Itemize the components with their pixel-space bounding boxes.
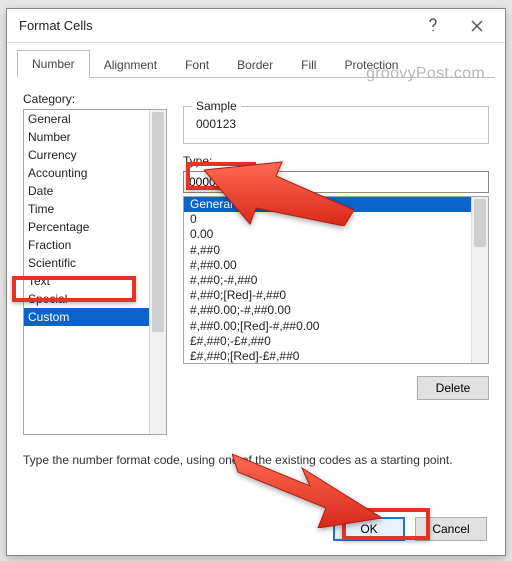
- format-item[interactable]: 0.00: [184, 227, 471, 242]
- tab-fill[interactable]: Fill: [287, 52, 330, 78]
- scroll-thumb[interactable]: [474, 199, 486, 247]
- format-item[interactable]: #,##0;[Red]-#,##0: [184, 288, 471, 303]
- help-icon[interactable]: [411, 11, 455, 41]
- tab-protection[interactable]: Protection: [330, 52, 412, 78]
- tab-border[interactable]: Border: [223, 52, 287, 78]
- ok-button[interactable]: OK: [333, 517, 405, 541]
- scroll-thumb[interactable]: [152, 112, 164, 332]
- category-item[interactable]: Time: [24, 200, 149, 218]
- category-item[interactable]: Currency: [24, 146, 149, 164]
- category-item[interactable]: Percentage: [24, 218, 149, 236]
- format-item[interactable]: #,##0.00: [184, 258, 471, 273]
- sample-value: 000123: [194, 117, 478, 131]
- scrollbar[interactable]: [149, 110, 166, 434]
- hint-text: Type the number format code, using one o…: [23, 453, 489, 467]
- format-item[interactable]: #,##0;-#,##0: [184, 273, 471, 288]
- format-item[interactable]: 0: [184, 212, 471, 227]
- titlebar: Format Cells: [7, 9, 505, 43]
- format-item[interactable]: General: [184, 197, 471, 212]
- tab-bar: Number Alignment Font Border Fill Protec…: [17, 49, 495, 78]
- dialog-footer: OK Cancel: [333, 517, 487, 541]
- format-listbox[interactable]: General00.00#,##0#,##0.00#,##0;-#,##0#,#…: [183, 196, 489, 364]
- category-item[interactable]: Accounting: [24, 164, 149, 182]
- delete-button[interactable]: Delete: [417, 376, 489, 400]
- format-item[interactable]: £#,##0;[Red]-£#,##0: [184, 349, 471, 363]
- cancel-button[interactable]: Cancel: [415, 517, 487, 541]
- category-item[interactable]: Scientific: [24, 254, 149, 272]
- format-item[interactable]: #,##0: [184, 243, 471, 258]
- format-item[interactable]: #,##0.00;-#,##0.00: [184, 303, 471, 318]
- sample-label: Sample: [192, 99, 241, 113]
- tab-alignment[interactable]: Alignment: [90, 52, 171, 78]
- category-label: Category:: [23, 92, 167, 106]
- format-item[interactable]: £#,##0;-£#,##0: [184, 334, 471, 349]
- category-listbox[interactable]: GeneralNumberCurrencyAccountingDateTimeP…: [23, 109, 167, 435]
- category-item[interactable]: Custom: [24, 308, 149, 326]
- window-title: Format Cells: [19, 18, 411, 33]
- format-item[interactable]: #,##0.00;[Red]-#,##0.00: [184, 319, 471, 334]
- tab-number[interactable]: Number: [17, 50, 90, 78]
- sample-group: Sample 000123: [183, 106, 489, 144]
- category-item[interactable]: Fraction: [24, 236, 149, 254]
- type-input[interactable]: [183, 171, 489, 193]
- category-item[interactable]: Number: [24, 128, 149, 146]
- category-item[interactable]: Special: [24, 290, 149, 308]
- category-item[interactable]: General: [24, 110, 149, 128]
- category-item[interactable]: Text: [24, 272, 149, 290]
- type-label: Type:: [183, 154, 489, 168]
- scrollbar[interactable]: [471, 197, 488, 363]
- format-cells-dialog: Format Cells Number Alignment Font Borde…: [6, 8, 506, 556]
- close-icon[interactable]: [455, 11, 499, 41]
- category-item[interactable]: Date: [24, 182, 149, 200]
- tab-font[interactable]: Font: [171, 52, 223, 78]
